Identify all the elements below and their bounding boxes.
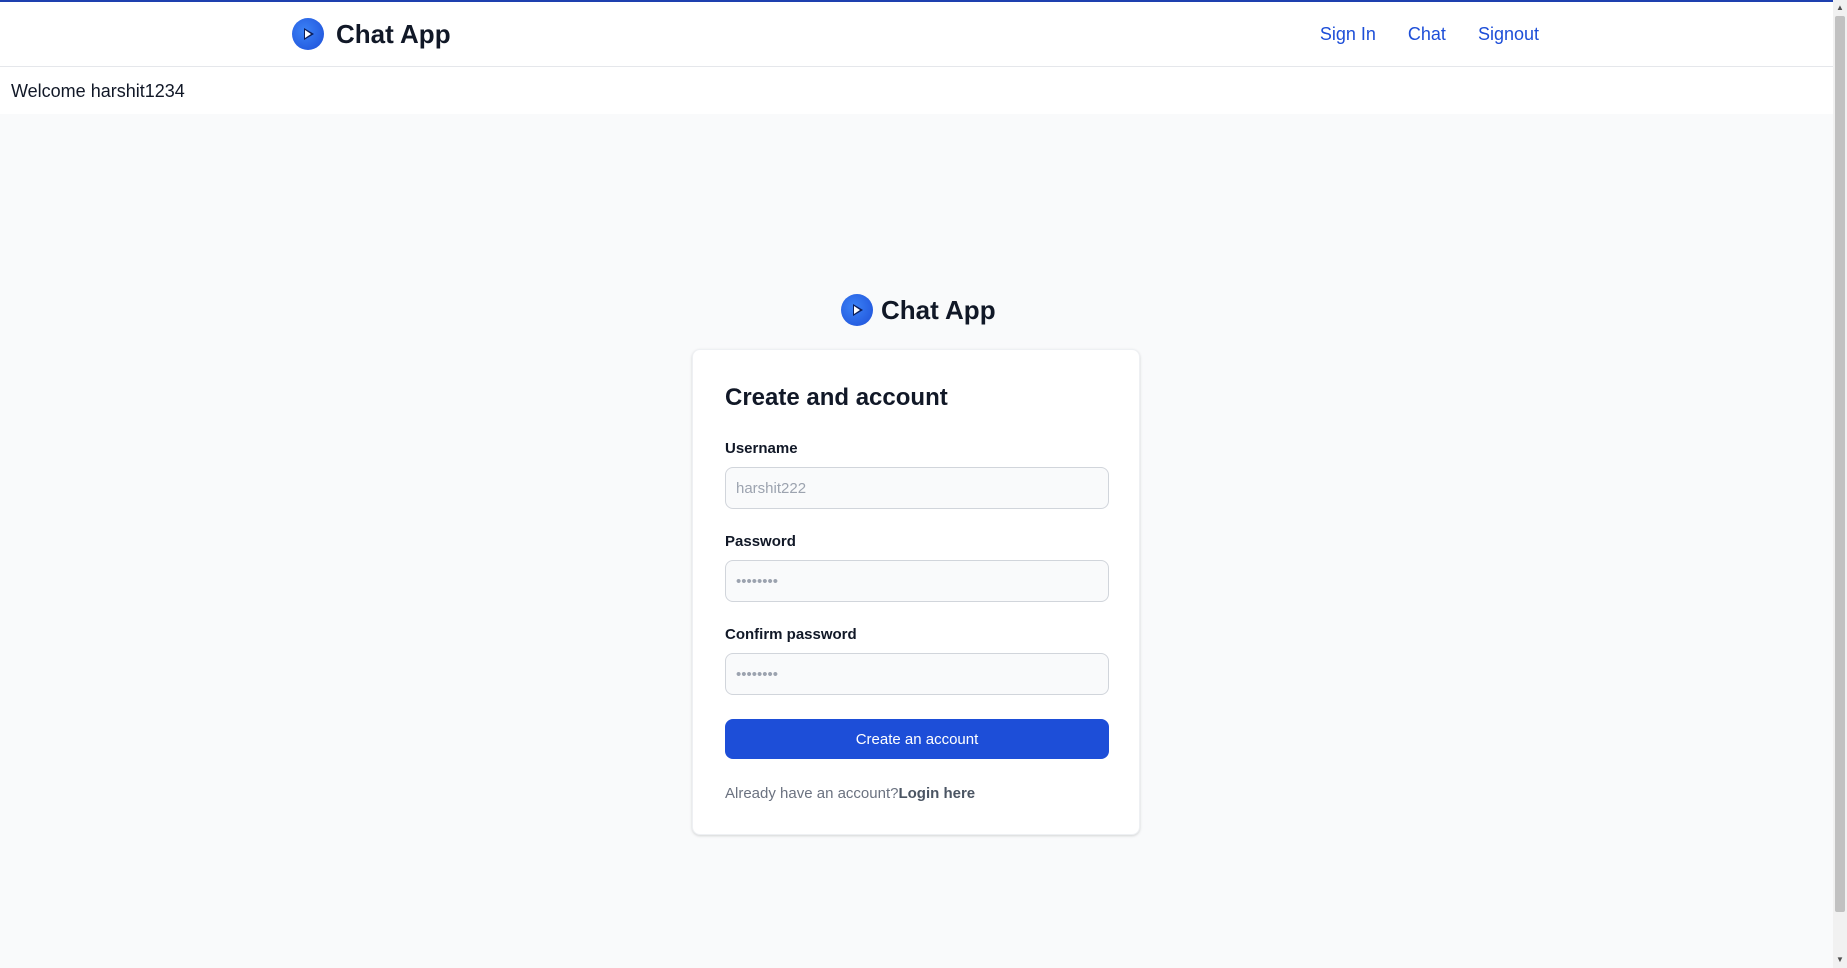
navbar-brand-name: Chat App bbox=[336, 18, 451, 49]
password-label: Password bbox=[725, 533, 796, 550]
login-link[interactable]: Login here bbox=[898, 785, 975, 802]
form-brand-name: Chat App bbox=[881, 294, 996, 325]
form-title: Create and account bbox=[725, 384, 948, 411]
login-prompt-text: Already have an account? bbox=[725, 785, 899, 802]
create-account-button[interactable]: Create an account bbox=[725, 719, 1109, 759]
nav-link-signout[interactable]: Signout bbox=[1478, 24, 1539, 45]
scroll-up-arrow-icon[interactable]: ▲ bbox=[1835, 2, 1845, 14]
login-prompt: Already have an account?Login here bbox=[725, 785, 1107, 802]
form-brand[interactable]: Chat App bbox=[841, 294, 996, 326]
confirm-password-label: Confirm password bbox=[725, 626, 857, 643]
signup-section: Chat App Create and account Username Pas… bbox=[0, 114, 1833, 968]
nav-links: Sign In Chat Signout bbox=[1320, 24, 1539, 45]
password-field-group: Password bbox=[725, 533, 1109, 602]
confirm-password-field-group: Confirm password bbox=[725, 626, 1109, 695]
navbar: Chat App Sign In Chat Signout bbox=[0, 2, 1833, 67]
username-input[interactable] bbox=[725, 467, 1109, 509]
password-input[interactable] bbox=[725, 560, 1109, 602]
nav-link-chat[interactable]: Chat bbox=[1408, 24, 1446, 45]
username-label: Username bbox=[725, 440, 798, 457]
confirm-password-input[interactable] bbox=[725, 653, 1109, 695]
username-field-group: Username bbox=[725, 440, 1109, 509]
play-circle-icon bbox=[841, 294, 873, 326]
nav-link-sign-in[interactable]: Sign In bbox=[1320, 24, 1376, 45]
scrollbar-thumb[interactable] bbox=[1835, 16, 1845, 912]
welcome-message: Welcome harshit1234 bbox=[11, 81, 185, 101]
navbar-brand[interactable]: Chat App bbox=[292, 18, 451, 50]
signup-card: Create and account Username Password Con… bbox=[692, 349, 1140, 835]
vertical-scrollbar[interactable]: ▲ ▼ bbox=[1833, 0, 1847, 968]
play-circle-icon bbox=[292, 18, 324, 50]
scroll-down-arrow-icon[interactable]: ▼ bbox=[1835, 954, 1845, 966]
